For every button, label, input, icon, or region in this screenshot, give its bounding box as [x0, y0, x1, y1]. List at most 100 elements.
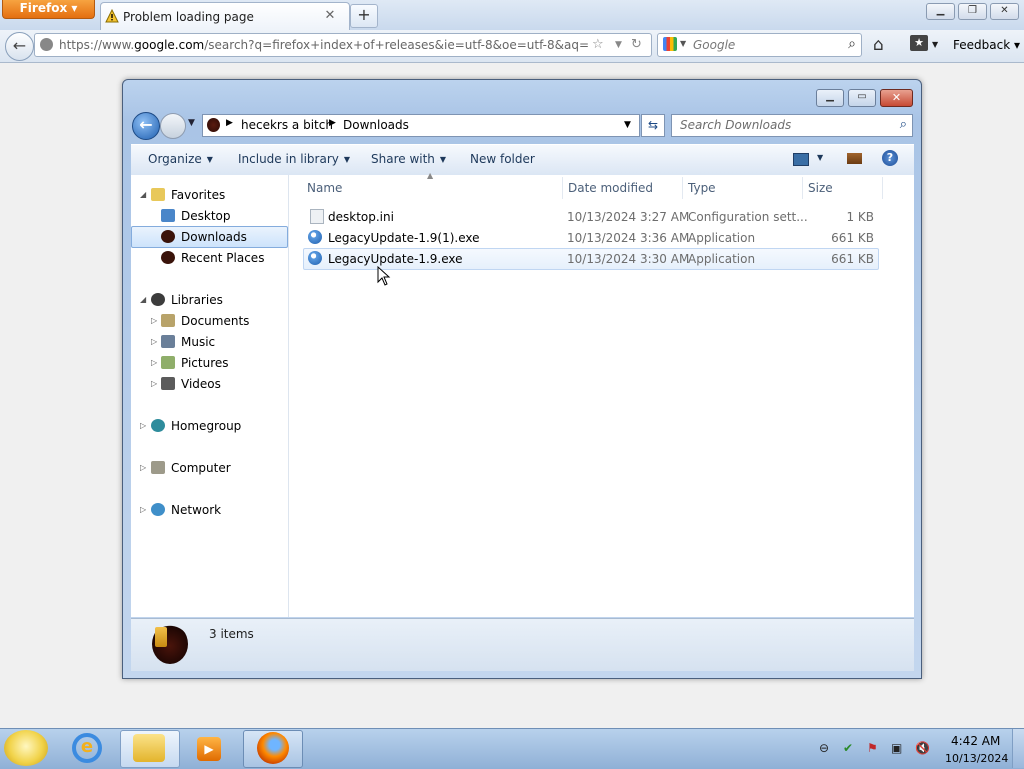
settings-file-icon [310, 209, 324, 224]
reload-icon[interactable]: ↻ [631, 37, 642, 52]
help-icon[interactable]: ? [882, 150, 898, 166]
warning-icon [105, 9, 119, 23]
feedback-button[interactable]: Feedback ▾ [953, 38, 1020, 52]
preview-pane-icon[interactable] [847, 153, 862, 164]
tray-minus-icon[interactable]: ⊖ [819, 741, 829, 755]
file-name[interactable]: LegacyUpdate-1.9(1).exe [328, 231, 480, 245]
tray-action-center-icon[interactable]: ⚑ [867, 741, 878, 755]
nav-libraries[interactable]: Libraries [151, 293, 223, 307]
search-engine-dropdown-icon[interactable]: ▼ [680, 39, 686, 48]
column-header-name[interactable]: Name [307, 181, 342, 195]
collapse-arrow-icon[interactable]: ◢ [140, 190, 146, 199]
firefox-menu-button[interactable]: Firefox ▾ [2, 0, 95, 19]
breadcrumb-arrow-icon[interactable]: ▶ [329, 118, 336, 128]
expand-arrow-icon[interactable]: ▷ [151, 358, 157, 367]
tab-close-icon[interactable]: ✕ [322, 9, 338, 25]
application-icon [308, 230, 322, 244]
bookmarks-icon[interactable]: ★ [910, 35, 928, 51]
expand-arrow-icon[interactable]: ▷ [151, 379, 157, 388]
back-button[interactable]: ← [5, 32, 34, 61]
url-text: https://www.google.com/search?q=firefox+… [59, 38, 589, 52]
url-bar[interactable]: https://www.google.com/search?q=firefox+… [34, 33, 652, 57]
column-divider[interactable] [682, 177, 683, 199]
nav-favorites[interactable]: Favorites [151, 188, 225, 202]
explorer-forward-button[interactable] [160, 113, 186, 139]
nav-recent-places[interactable]: Recent Places [161, 251, 264, 265]
new-tab-button[interactable]: + [350, 4, 378, 28]
file-date: 10/13/2024 3:30 AM [567, 252, 690, 266]
explorer-close-button[interactable]: ✕ [880, 89, 913, 107]
nav-desktop[interactable]: Desktop [161, 209, 231, 223]
search-icon[interactable]: ⌕ [900, 117, 907, 132]
expand-arrow-icon[interactable]: ▷ [151, 316, 157, 325]
share-with-button[interactable]: Share with ▼ [371, 152, 446, 166]
column-header-type[interactable]: Type [688, 181, 716, 195]
nav-homegroup[interactable]: Homegroup [151, 419, 241, 433]
tray-security-icon[interactable]: ✔ [843, 741, 853, 755]
tray-network-icon[interactable]: ▣ [891, 741, 902, 755]
change-view-icon[interactable] [793, 153, 809, 166]
column-divider[interactable] [802, 177, 803, 199]
videos-icon [161, 377, 175, 390]
address-dropdown-icon[interactable]: ▼ [624, 120, 631, 130]
history-dropdown-icon[interactable]: ▼ [615, 40, 622, 50]
explorer-search-input[interactable]: Search Downloads ⌕ [671, 114, 913, 137]
view-options-dropdown-icon[interactable]: ▼ [817, 153, 823, 162]
expand-arrow-icon[interactable]: ▷ [151, 337, 157, 346]
close-button[interactable]: ✕ [990, 3, 1019, 20]
column-header-size[interactable]: Size [808, 181, 833, 195]
restore-button[interactable]: ❐ [958, 3, 987, 20]
minimize-button[interactable]: ▁ [926, 3, 955, 20]
media-player-icon[interactable]: ▶ [197, 737, 221, 761]
address-bar[interactable]: ▶ hecekrs a bitch ▶ Downloads ▼ [202, 114, 640, 137]
bookmarks-dropdown-icon[interactable]: ▼ [932, 40, 938, 49]
computer-icon [151, 461, 165, 474]
browser-tab[interactable]: Problem loading page [100, 2, 350, 31]
search-icon[interactable]: ⌕ [848, 36, 856, 52]
expand-arrow-icon[interactable]: ▷ [140, 505, 146, 514]
clock-date[interactable]: 10/13/2024 [945, 752, 1008, 765]
collapse-arrow-icon[interactable]: ◢ [140, 295, 146, 304]
file-name[interactable]: LegacyUpdate-1.9.exe [328, 252, 463, 266]
bookmark-star-icon[interactable]: ☆ [592, 37, 604, 52]
file-name[interactable]: desktop.ini [328, 210, 394, 224]
column-divider[interactable] [562, 177, 563, 199]
breadcrumb-arrow-icon[interactable]: ▶ [226, 118, 233, 128]
explorer-minimize-button[interactable]: ▁ [816, 89, 844, 107]
start-button[interactable] [4, 730, 48, 766]
clock-time[interactable]: 4:42 AM [951, 734, 1000, 748]
column-divider[interactable] [882, 177, 883, 199]
favorites-star-icon [151, 188, 165, 201]
nav-videos[interactable]: Videos [161, 377, 221, 391]
nav-pictures[interactable]: Pictures [161, 356, 229, 370]
web-search-box[interactable]: ▼ Google ⌕ [657, 33, 862, 57]
internet-explorer-icon[interactable]: e [72, 733, 102, 763]
nav-documents[interactable]: Documents [161, 314, 249, 328]
recent-pages-dropdown-icon[interactable]: ▼ [188, 118, 195, 128]
file-type: Application [688, 252, 756, 266]
folder-preview-badge-icon [155, 627, 167, 647]
nav-network[interactable]: Network [151, 503, 221, 517]
new-folder-button[interactable]: New folder [470, 152, 535, 166]
expand-arrow-icon[interactable]: ▷ [140, 421, 146, 430]
breadcrumb-user[interactable]: hecekrs a bitch [241, 118, 333, 132]
expand-arrow-icon[interactable]: ▷ [140, 463, 146, 472]
tab-title: Problem loading page [123, 10, 254, 24]
nav-downloads[interactable]: Downloads [161, 230, 247, 244]
nav-music[interactable]: Music [161, 335, 215, 349]
column-header-date-modified[interactable]: Date modified [568, 181, 653, 195]
refresh-icon[interactable]: ⇆ [641, 114, 665, 137]
explorer-search-placeholder: Search Downloads [680, 118, 792, 132]
nav-computer[interactable]: Computer [151, 461, 231, 475]
include-in-library-button[interactable]: Include in library ▼ [238, 152, 350, 166]
organize-button[interactable]: Organize ▼ [148, 152, 213, 166]
homegroup-icon [151, 419, 165, 432]
details-pane [131, 618, 914, 671]
globe-icon [40, 38, 53, 51]
explorer-maximize-button[interactable]: ▭ [848, 89, 876, 107]
show-desktop-button[interactable] [1012, 729, 1024, 768]
explorer-back-button[interactable]: ← [132, 112, 160, 140]
tray-volume-muted-icon[interactable]: 🔇 [915, 741, 930, 755]
home-icon[interactable]: ⌂ [873, 35, 884, 55]
breadcrumb-downloads[interactable]: Downloads [343, 118, 409, 132]
